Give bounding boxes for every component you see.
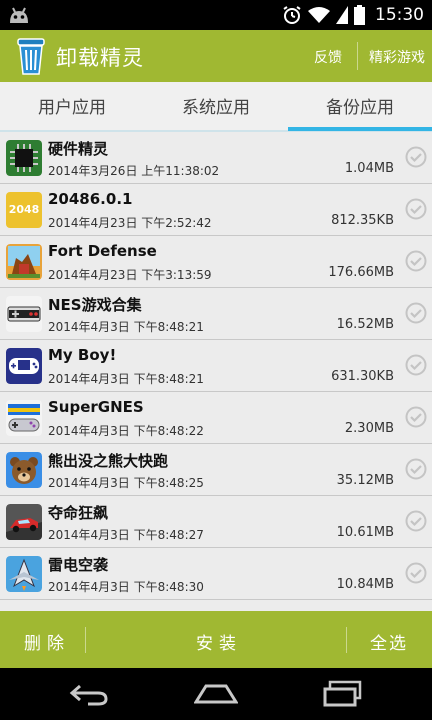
tab-user-apps[interactable]: 用户应用 (0, 82, 144, 132)
2048-icon: 2048 (6, 192, 42, 228)
backup-date: 2014年4月3日 下午8:48:21 (48, 320, 204, 334)
gba-icon (6, 348, 42, 384)
checkbox-icon[interactable] (405, 302, 427, 324)
app-name: NES游戏合集 (48, 296, 142, 314)
nes-controller-icon (6, 296, 42, 332)
list-item[interactable]: 2048 20486.0.1 2014年4月23日 下午2:52:42 812.… (0, 184, 432, 236)
wifi-icon (308, 7, 330, 23)
snes-controller-icon (6, 400, 42, 436)
tab-system-apps[interactable]: 系统应用 (144, 82, 288, 132)
app-size: 16.52MB (336, 317, 394, 332)
app-name: 雷电空袭 (48, 556, 109, 574)
system-navigation-bar (0, 668, 432, 720)
select-all-button[interactable]: 全选 (370, 629, 408, 654)
delete-button[interactable]: 删除 (24, 629, 70, 654)
list-item[interactable]: 熊出没之熊大快跑 2014年4月3日 下午8:48:25 35.12MB (0, 444, 432, 496)
install-button[interactable]: 安装 (196, 629, 242, 654)
back-icon[interactable] (68, 682, 110, 706)
clock-time: 15:30 (375, 5, 424, 25)
list-item[interactable]: SuperGNES 2014年4月3日 下午8:48:22 2.30MB (0, 392, 432, 444)
backup-date: 2014年4月3日 下午8:48:30 (48, 580, 204, 594)
checkbox-icon[interactable] (405, 458, 427, 480)
app-name: 熊出没之熊大快跑 (48, 452, 169, 470)
backup-date: 2014年4月23日 下午2:52:42 (48, 216, 212, 230)
list-item[interactable]: NES游戏合集 2014年4月3日 下午8:48:21 16.52MB (0, 288, 432, 340)
feedback-button[interactable]: 反馈 (314, 47, 342, 67)
app-size: 631.30KB (331, 369, 394, 384)
featured-games-button[interactable]: 精彩游戏 (369, 47, 425, 67)
bottom-divider (346, 627, 347, 653)
recent-apps-icon[interactable] (322, 680, 364, 708)
checkbox-icon[interactable] (405, 406, 427, 428)
signal-icon (336, 6, 348, 24)
backup-app-list[interactable]: 硬件精灵 2014年3月26日 上午11:38:02 1.04MB 2048 2… (0, 132, 432, 610)
app-size: 1.04MB (344, 161, 394, 176)
tab-selected-indicator (288, 127, 432, 131)
checkbox-icon[interactable] (405, 146, 427, 168)
bottom-action-bar: 删除 安装 全选 (0, 611, 432, 668)
app-name: Fort Defense (48, 242, 157, 260)
trash-can-logo-icon (17, 38, 45, 75)
backup-date: 2014年4月3日 下午8:48:22 (48, 424, 204, 438)
list-item[interactable]: Fort Defense 2014年4月23日 下午3:13:59 176.66… (0, 236, 432, 288)
backup-date: 2014年4月23日 下午3:13:59 (48, 268, 212, 282)
backup-date: 2014年4月3日 下午8:48:25 (48, 476, 204, 490)
backup-date: 2014年4月3日 下午8:48:27 (48, 528, 204, 542)
list-item[interactable]: 夺命狂飙 2014年4月3日 下午8:48:27 10.61MB (0, 496, 432, 548)
action-divider (357, 42, 358, 70)
fort-defense-icon (6, 244, 42, 280)
app-name: 20486.0.1 (48, 190, 133, 208)
app-size: 812.35KB (331, 213, 394, 228)
app-name: SuperGNES (48, 398, 144, 416)
list-item[interactable]: 硬件精灵 2014年3月26日 上午11:38:02 1.04MB (0, 132, 432, 184)
chip-icon (6, 140, 42, 176)
checkbox-icon[interactable] (405, 198, 427, 220)
checkbox-icon[interactable] (405, 562, 427, 584)
app-title: 卸载精灵 (56, 46, 144, 70)
status-bar: 15:30 (0, 0, 432, 30)
bear-icon (6, 452, 42, 488)
checkbox-icon[interactable] (405, 354, 427, 376)
list-item[interactable]: My Boy! 2014年4月3日 下午8:48:21 631.30KB (0, 340, 432, 392)
app-size: 2.30MB (344, 421, 394, 436)
action-bar: 卸载精灵 反馈 精彩游戏 (0, 30, 432, 82)
home-icon[interactable] (194, 682, 238, 706)
backup-date: 2014年3月26日 上午11:38:02 (48, 164, 220, 178)
icon-label-2048: 2048 (8, 203, 40, 216)
battery-icon (354, 5, 365, 25)
checkbox-icon[interactable] (405, 510, 427, 532)
app-name: My Boy! (48, 346, 117, 364)
checkbox-icon[interactable] (405, 250, 427, 272)
android-notification-icon (10, 7, 28, 23)
app-size: 35.12MB (336, 473, 394, 488)
tab-backup-apps[interactable]: 备份应用 (288, 82, 432, 132)
app-size: 176.66MB (328, 265, 394, 280)
race-car-icon (6, 504, 42, 540)
app-name: 夺命狂飙 (48, 504, 109, 522)
app-name: 硬件精灵 (48, 140, 109, 158)
jet-icon (6, 556, 42, 592)
tab-bar: 用户应用 系统应用 备份应用 (0, 82, 432, 132)
bottom-divider (85, 627, 86, 653)
app-size: 10.61MB (336, 525, 394, 540)
alarm-icon (283, 6, 301, 24)
app-size: 10.84MB (336, 577, 394, 592)
list-item[interactable]: 雷电空袭 2014年4月3日 下午8:48:30 10.84MB (0, 548, 432, 600)
backup-date: 2014年4月3日 下午8:48:21 (48, 372, 204, 386)
